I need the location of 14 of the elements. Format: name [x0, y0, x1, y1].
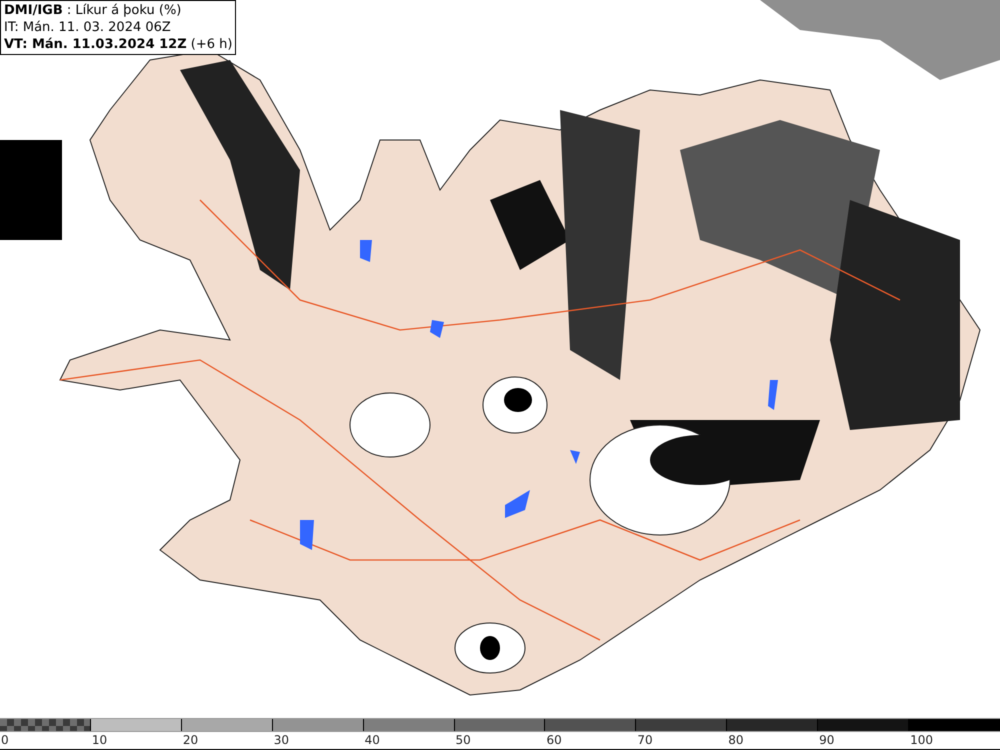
- info-text: DMI/IGB : Líkur á þoku (%): [4, 2, 182, 19]
- legend-label: 0: [1, 733, 9, 747]
- legend-label: 10: [92, 733, 108, 747]
- legend-label: 50: [456, 733, 471, 747]
- legend-label: 30: [274, 733, 289, 747]
- legend-label: 100: [910, 733, 933, 747]
- legend-label: 80: [728, 733, 744, 747]
- info-text: IT: Mán. 11. 03. 2024 06Z: [4, 19, 172, 36]
- legend-label: 70: [637, 733, 653, 747]
- legend-label: 40: [364, 733, 380, 747]
- legend-label: 60: [546, 733, 562, 747]
- legend-label: 90: [819, 733, 834, 747]
- legend-label: 20: [182, 733, 198, 747]
- info-text: VT: Mán. 11.03.2024 12Z (+6 h): [4, 36, 232, 53]
